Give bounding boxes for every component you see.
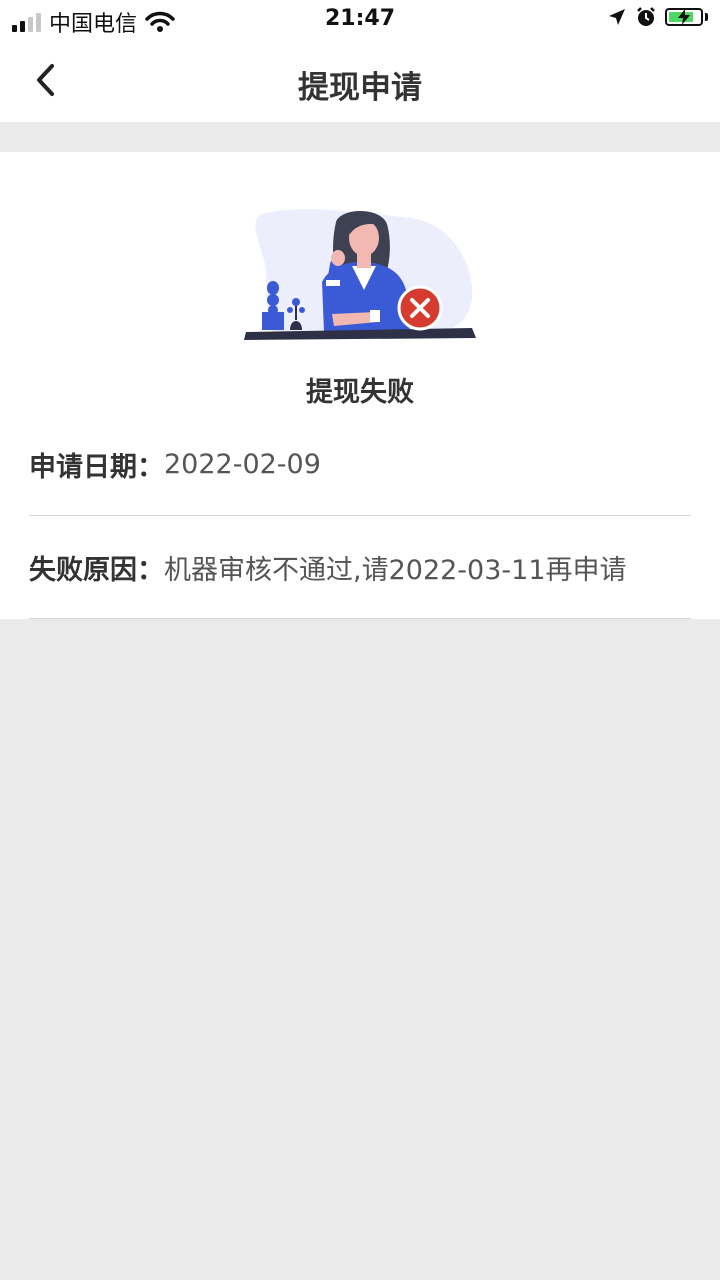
apply-date-row: 申请日期： 2022-02-09 (29, 413, 691, 516)
battery-tip (705, 13, 708, 21)
alarm-icon (637, 7, 655, 26)
apply-date-label: 申请日期： (29, 451, 164, 483)
status-bar: 中国电信 21:47 (0, 0, 720, 40)
location-icon (609, 9, 625, 25)
navigation-bar: 提现申请 (0, 40, 720, 122)
apply-date-value: 2022-02-09 (164, 448, 321, 480)
status-right (607, 6, 708, 28)
result-status-text: 提现失败 (306, 377, 414, 408)
result-card: 提现失败 申请日期： 2022-02-09 失败原因： 机器审核不通过,请202… (0, 152, 720, 619)
page-title: 提现申请 (298, 70, 422, 106)
failure-reason-value: 机器审核不通过,请2022-03-11再申请 (164, 554, 627, 586)
failure-reason-row: 失败原因： 机器审核不通过,请2022-03-11再申请 (29, 516, 691, 619)
woman-at-desk-with-error-illustration (244, 209, 476, 340)
battery-charging-icon (665, 8, 703, 26)
failure-reason-label: 失败原因： (29, 554, 164, 586)
